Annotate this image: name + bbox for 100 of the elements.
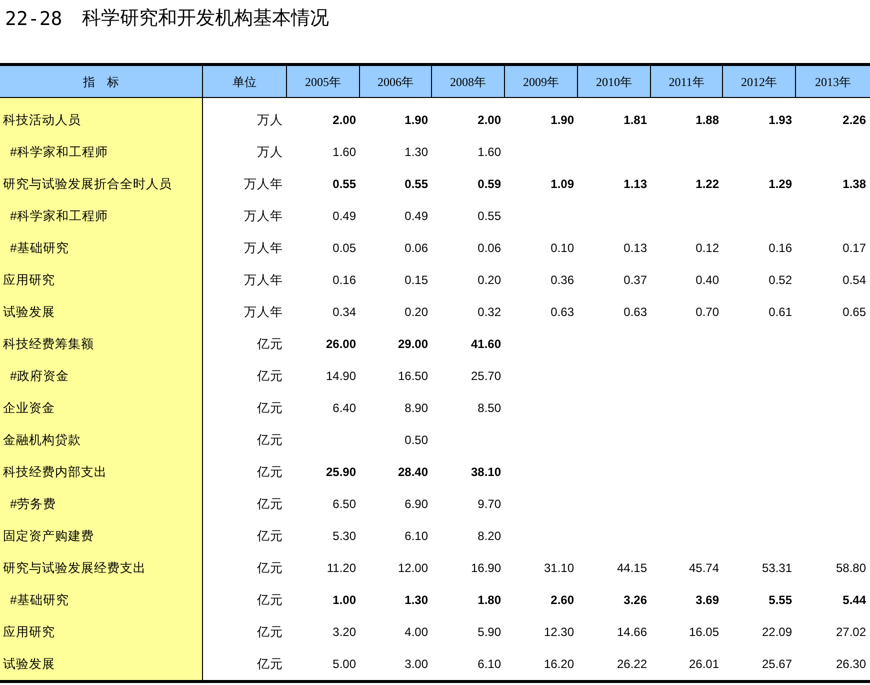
row-label: 科技经费内部支出	[0, 456, 203, 488]
unit-cell-text: 万人年	[243, 272, 284, 289]
value-cell-text: 1.60	[476, 144, 502, 161]
value-cell-text: 0.37	[622, 272, 648, 289]
value-cell-text: 0.63	[550, 304, 575, 321]
value-cell-text: 26.30	[834, 656, 867, 673]
row-label: #基础研究	[0, 232, 203, 264]
value-cell-text: 0.06	[404, 240, 429, 257]
row-label: 应用研究	[0, 616, 203, 648]
value-cell-text: 2.60	[550, 592, 575, 609]
unit-cell-text: 万人年	[243, 176, 284, 193]
value-cell-text: 0.54	[842, 272, 867, 289]
unit-cell-text: 亿元	[256, 592, 284, 609]
value-cell-text: 3.69	[694, 592, 720, 609]
value-cell-text: 6.40	[332, 400, 357, 417]
value-cell-text: 22.09	[760, 624, 793, 641]
value-cell-text: 0.13	[622, 240, 648, 257]
value-cell-text: 0.12	[694, 240, 720, 257]
value-cell-text: 1.81	[622, 112, 648, 129]
value-cell-text: 12.30	[542, 624, 575, 641]
value-cell-text: 1.90	[550, 112, 575, 129]
column-header: 单位	[203, 66, 287, 97]
value-cell-text: 3.26	[622, 592, 648, 609]
value-cell-text: 0.05	[332, 240, 357, 257]
value-cell-text: 31.10	[542, 560, 575, 577]
column-header: 2006年	[360, 66, 432, 97]
value-cell-text: 1.30	[404, 144, 429, 161]
value-cell-text: 0.70	[694, 304, 720, 321]
value-cell-text: 29.00	[396, 336, 429, 353]
value-cell-text: 38.10	[470, 464, 502, 481]
value-cell-text: 2.00	[476, 112, 502, 129]
column-header: 2012年	[723, 66, 796, 97]
unit-cell-text: 亿元	[256, 528, 284, 545]
value-cell-text: 58.80	[834, 560, 867, 577]
row-label: #科学家和工程师	[0, 136, 203, 168]
unit-cell-text: 亿元	[256, 432, 284, 449]
value-cell-text: 0.63	[622, 304, 648, 321]
row-label: #政府资金	[0, 360, 203, 392]
value-cell-text: 0.49	[404, 208, 429, 225]
value-cell-text: 5.55	[768, 592, 793, 609]
value-cell-text: 8.50	[476, 400, 502, 417]
unit-cell-text: 亿元	[256, 624, 284, 641]
value-cell-text: 0.20	[476, 272, 502, 289]
row-label: 试验发展	[0, 648, 203, 680]
value-cell-text: 0.52	[768, 272, 793, 289]
value-cell-text: 0.17	[842, 240, 867, 257]
value-cell-text: 0.36	[550, 272, 575, 289]
unit-cell-text: 亿元	[256, 400, 284, 417]
value-cell-text: 5.44	[842, 592, 867, 609]
row-label: 科技经费筹集额	[0, 328, 203, 360]
column-header: 2008年	[432, 66, 505, 97]
value-cell-text: 6.50	[332, 496, 357, 513]
value-cell-text: 0.49	[332, 208, 357, 225]
unit-cell-text: 亿元	[256, 336, 284, 353]
value-cell-text: 25.70	[470, 368, 502, 385]
value-cell-text: 26.00	[324, 336, 357, 353]
value-cell-text: 3.00	[404, 656, 429, 673]
unit-cell-text: 万人	[256, 112, 284, 129]
row-label: 应用研究	[0, 264, 203, 296]
value-cell-text: 25.90	[324, 464, 357, 481]
value-cell-text: 1.80	[476, 592, 502, 609]
table-title: 科学研究和开发机构基本情况	[82, 6, 330, 31]
value-cell-text: 1.30	[404, 592, 429, 609]
value-cell-text: 5.30	[332, 528, 357, 545]
row-label: #劳务费	[0, 488, 203, 520]
unit-cell-text: 亿元	[256, 368, 284, 385]
value-cell-text: 25.67	[760, 656, 793, 673]
value-cell-text: 0.06	[476, 240, 502, 257]
value-cell-text: 1.29	[768, 176, 793, 193]
value-cell-text: 1.09	[550, 176, 575, 193]
value-cell-text: 1.13	[622, 176, 648, 193]
value-cell-text: 16.05	[688, 624, 720, 641]
row-label: 研究与试验发展折合全时人员	[0, 168, 203, 200]
value-cell-text: 1.93	[768, 112, 793, 129]
column-header: 2013年	[814, 74, 852, 90]
value-cell-text: 0.16	[332, 272, 357, 289]
value-cell-text: 16.90	[470, 560, 502, 577]
value-cell-text: 6.10	[404, 528, 429, 545]
value-cell-text: 0.16	[768, 240, 793, 257]
column-header: 2005年	[287, 66, 360, 97]
value-cell-text: 14.90	[324, 368, 357, 385]
unit-cell-text: 万人年	[243, 304, 284, 321]
value-cell-text: 2.26	[842, 112, 867, 129]
unit-cell-text: 亿元	[256, 656, 284, 673]
value-cell-text: 16.50	[396, 368, 429, 385]
column-header: 2009年	[505, 66, 578, 97]
value-cell-text: 1.88	[694, 112, 720, 129]
value-cell-text: 0.59	[476, 176, 502, 193]
column-header: 2011年	[651, 66, 723, 97]
value-cell-text: 45.74	[688, 560, 720, 577]
value-cell-text: 0.15	[404, 272, 429, 289]
value-cell-text: 6.90	[404, 496, 429, 513]
value-cell-text: 28.40	[396, 464, 429, 481]
unit-cell-text: 亿元	[256, 464, 284, 481]
row-label: 企业资金	[0, 392, 203, 424]
row-label: 研究与试验发展经费支出	[0, 552, 203, 584]
unit-cell-text: 万人年	[243, 208, 284, 225]
row-label: 固定资产购建费	[0, 520, 203, 552]
value-cell-text: 0.50	[404, 432, 429, 449]
column-header: 指 标	[0, 66, 203, 97]
